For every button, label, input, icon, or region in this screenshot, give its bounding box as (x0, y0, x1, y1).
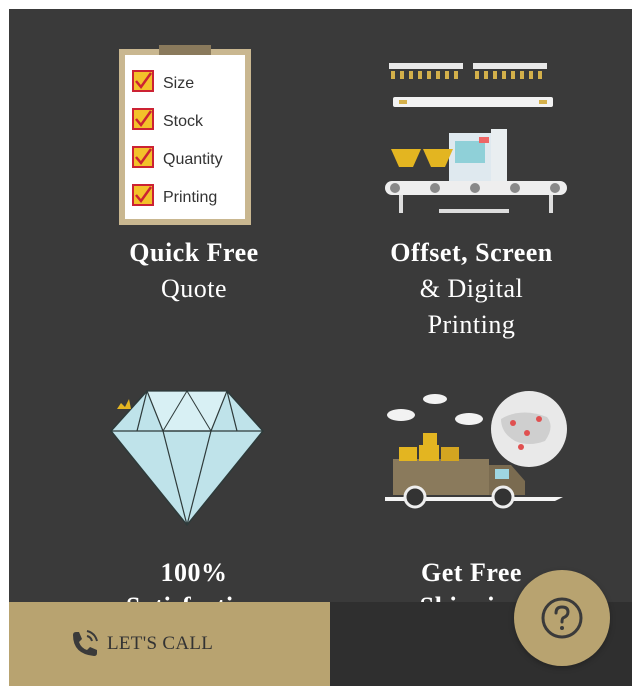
phone-call-icon (73, 630, 98, 656)
lets-call-button[interactable]: LET'S CALL (9, 602, 330, 686)
feature-title: Quick Free (129, 238, 259, 267)
feature-subtitle: & Digital (419, 274, 524, 303)
feature-title: Offset, Screen (390, 238, 553, 267)
feature-printing: Offset, Screen & Digital Printing (339, 39, 604, 359)
checklist-item: Printing (163, 189, 217, 206)
help-button[interactable] (514, 570, 610, 666)
printing-press-icon (385, 63, 567, 213)
diamond-icon (110, 390, 264, 527)
clipboard-checklist-icon: Size Stock Quantity Printing (119, 45, 251, 225)
feature-subtitle: Printing (427, 310, 516, 339)
checklist-item: Size (163, 75, 194, 92)
lets-call-label: LET'S CALL (107, 633, 214, 654)
feature-title: 100% (160, 558, 228, 587)
checklist-item: Stock (163, 113, 204, 130)
checklist-item: Quantity (163, 151, 223, 168)
feature-subtitle: Quote (160, 274, 228, 303)
delivery-truck-globe-icon (385, 391, 567, 509)
feature-quick-quote: Size Stock Quantity Printing Quick Free … (69, 39, 319, 359)
question-mark-icon (541, 597, 583, 639)
